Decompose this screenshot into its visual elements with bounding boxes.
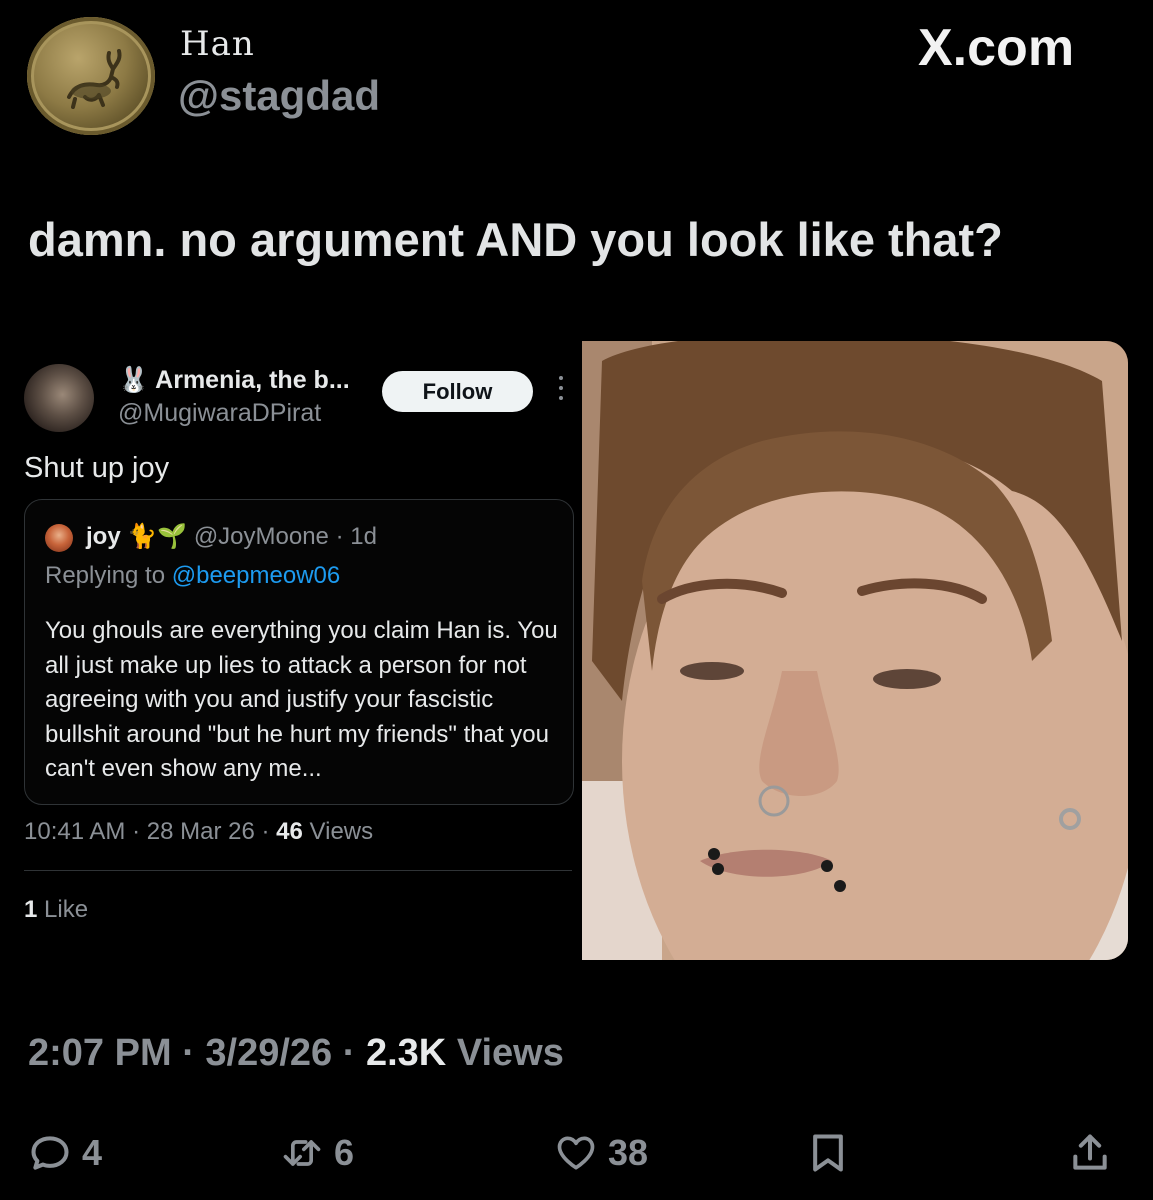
share-icon	[1073, 1134, 1107, 1170]
tweet-meta: 2:07 PM · 3/29/26 · 2.3K Views	[28, 1032, 564, 1074]
display-name[interactable]: Han	[180, 24, 255, 64]
tweet-views-count: 2.3K	[365, 1032, 447, 1074]
follow-button[interactable]: Follow	[382, 371, 533, 412]
attached-photo[interactable]	[582, 341, 1128, 960]
quoted-likes-label: Like	[44, 896, 89, 923]
quoted-date: 28 Mar 26	[146, 818, 255, 845]
inner-author-name[interactable]: joy	[86, 523, 121, 550]
tweet-text: damn. no argument AND you look like that…	[28, 213, 1003, 266]
inner-avatar[interactable]	[45, 524, 73, 552]
repost-icon	[283, 1140, 321, 1166]
quoted-time: 10:41 AM	[24, 818, 126, 845]
replying-to-line: Replying to @beepmeow06	[45, 562, 340, 590]
like-count: 38	[608, 1132, 649, 1173]
inner-author-line: joy 🐈🌱 @JoyMoone · 1d	[86, 523, 377, 550]
cat-emoji: 🐈	[127, 523, 158, 550]
heart-icon	[557, 1136, 595, 1170]
stag-icon	[67, 49, 122, 109]
quoted-handle[interactable]: @MugiwaraDPirat	[118, 399, 321, 428]
replying-to-link[interactable]: @beepmeow06	[172, 562, 340, 589]
user-handle[interactable]: @stagdad	[178, 72, 380, 120]
repost-button[interactable]: 6	[280, 1128, 354, 1178]
quoted-display-name[interactable]: 🐰 Armenia, the b...	[118, 366, 350, 395]
repost-count: 6	[334, 1132, 355, 1173]
quoted-name-text: Armenia, the b...	[155, 366, 350, 394]
bookmark-icon	[813, 1134, 843, 1172]
quoted-likes-count: 1	[24, 896, 38, 923]
reply-icon	[31, 1136, 69, 1170]
quoted-views-label: Views	[309, 818, 374, 845]
reply-button[interactable]: 4	[28, 1128, 102, 1178]
inner-post-age: 1d	[350, 523, 377, 550]
reply-count: 4	[82, 1132, 103, 1173]
rabbit-emoji: 🐰	[118, 366, 150, 394]
quoted-likes[interactable]: 1 Like	[24, 896, 88, 924]
face-photo-image	[582, 341, 1128, 960]
tweet-date: 3/29/26	[205, 1032, 333, 1074]
replying-prefix: Replying to	[45, 562, 166, 589]
tweet-time: 2:07 PM	[28, 1032, 172, 1074]
brand-watermark: X.com	[918, 19, 1075, 77]
sprout-emoji: 🌱	[157, 523, 188, 550]
profile-avatar[interactable]	[27, 17, 155, 135]
quoted-avatar[interactable]	[24, 364, 94, 432]
quoted-post-meta: 10:41 AM · 28 Mar 26 · 46 Views	[24, 818, 374, 845]
inner-author-handle[interactable]: @JoyMoone	[194, 523, 329, 550]
inner-post-text: You ghouls are everything you claim Han …	[45, 617, 558, 782]
more-options-icon[interactable]	[557, 376, 565, 406]
divider	[24, 870, 572, 871]
quoted-views-count: 46	[276, 818, 303, 845]
tweet-views-label: Views	[456, 1032, 564, 1074]
share-button[interactable]	[1068, 1128, 1112, 1178]
bookmark-button[interactable]	[806, 1128, 850, 1178]
like-button[interactable]: 38	[554, 1128, 648, 1178]
quoted-body-text: Shut up joy	[24, 452, 170, 484]
